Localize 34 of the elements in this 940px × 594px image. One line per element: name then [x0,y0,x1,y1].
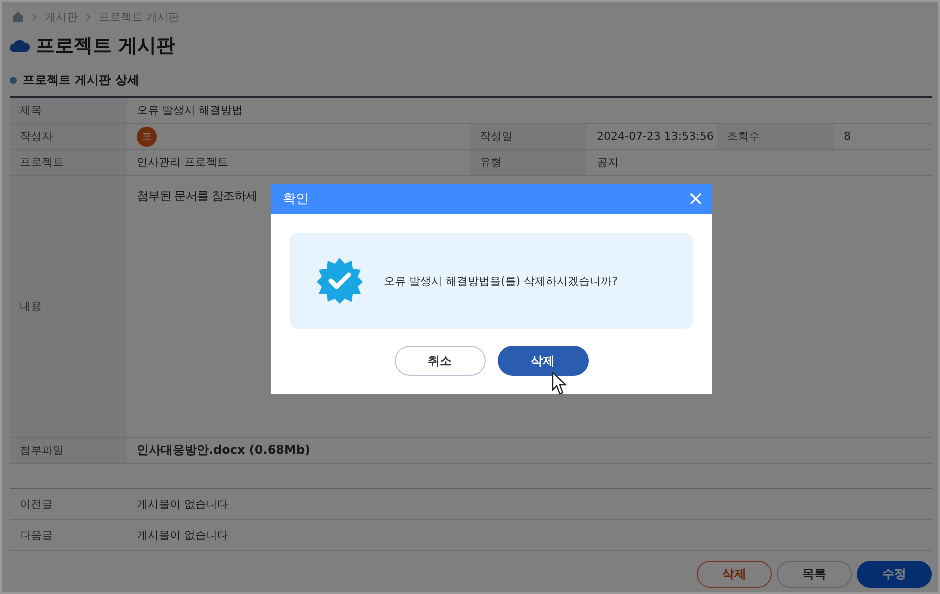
verified-badge-icon [316,257,364,305]
action-button[interactable]: 목록 [777,561,852,588]
post-title: 오류 발생시 해결방법 [136,103,244,119]
dialog-button[interactable]: 취소 [394,346,486,376]
close-icon[interactable] [690,193,702,205]
bullet-icon [10,76,17,84]
field-label: 작성자 [10,124,127,149]
action-button[interactable]: 수정 [857,561,932,588]
cloud-icon [10,40,30,52]
author-avatar: 포 [137,126,157,146]
chevron-icon [32,12,37,22]
field-label: 작성일 [470,124,587,149]
post-date: 2024-07-23 13:53:56 [596,129,715,145]
field-label: 제목 [10,98,127,123]
dialog-button[interactable]: 삭제 [498,346,588,376]
view-count: 8 [843,129,852,145]
chevron-icon [86,12,91,22]
action-button[interactable]: 삭제 [697,561,772,588]
dialog-message: 오류 발생시 해결방법을(를) 삭제하시겠습니까? [384,274,618,288]
nav-post-text: 게시물이 없습니다 [136,496,230,512]
post-content: 첨부된 문서를 참조하세 [137,188,258,205]
dialog-title: 확인 [283,191,309,208]
section-title: 프로젝트 게시판 상세 [23,72,140,88]
page-title: 프로젝트 게시판 [36,34,176,59]
field-label: 유형 [470,150,587,175]
attachment-link[interactable]: 인사대응방안.docx (0.68Mb) [137,442,311,459]
home-icon[interactable] [12,11,24,23]
project-name: 인사관리 프로젝트 [136,155,230,171]
field-label: 프로젝트 [10,150,127,175]
field-label: 첨부파일 [10,438,127,463]
field-label: 내용 [10,176,127,437]
nav-post-text: 게시물이 없습니다 [136,528,230,544]
post-type: 공지 [596,155,620,171]
field-label: 조회수 [717,124,834,149]
